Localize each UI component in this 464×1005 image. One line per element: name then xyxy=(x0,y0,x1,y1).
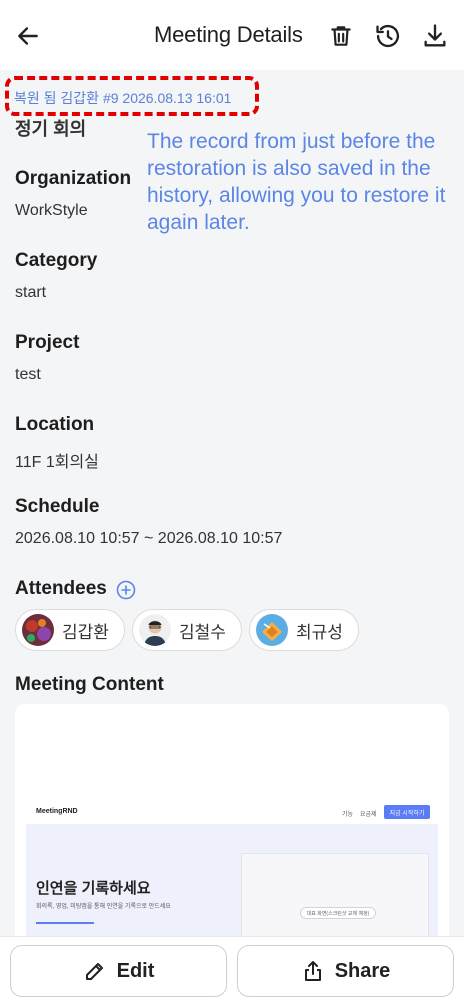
preview-headline: 인연을 기록하세요 xyxy=(36,880,151,897)
attendee-name: 김철수 xyxy=(179,622,226,642)
schedule-value: 2026.08.10 10:57 ~ 2026.08.10 10:57 xyxy=(15,530,283,547)
share-button[interactable]: Share xyxy=(237,945,454,997)
preview-menu-item: 기능 xyxy=(342,812,354,818)
restore-status: 복원 됨 김갑환 #9 2026.08.13 16:01 xyxy=(14,90,232,106)
category-label: Category xyxy=(15,250,98,271)
bottom-action-bar: Edit Share xyxy=(0,936,464,1005)
avatar xyxy=(22,614,54,646)
meeting-title: 정기 회의 xyxy=(15,119,87,139)
trash-icon xyxy=(331,26,351,46)
attendee-chip[interactable]: 김철수 xyxy=(132,609,242,651)
share-button-label: Share xyxy=(334,959,391,982)
meeting-content-card[interactable]: MeetingRND 기능 요금제 지금 시작하기 인연을 기록하세요 회의록,… xyxy=(15,704,449,944)
location-label: Location xyxy=(15,414,95,435)
attendee-chip[interactable]: 김갑환 xyxy=(15,609,125,651)
meeting-content-label: Meeting Content xyxy=(15,674,164,695)
delete-button[interactable] xyxy=(325,20,357,52)
back-button[interactable] xyxy=(12,20,44,52)
attendees-label: Attendees xyxy=(15,578,107,599)
share-icon xyxy=(304,961,321,981)
preview-logo: MeetingRND xyxy=(36,808,78,815)
attendee-name: 김갑환 xyxy=(62,622,109,642)
download-button[interactable] xyxy=(419,20,451,52)
history-button[interactable] xyxy=(372,20,404,52)
pencil-icon xyxy=(85,963,103,980)
preview-button xyxy=(36,922,94,930)
preview-screenshot-panel: 대표 화면(스크린샷 교체 예정) xyxy=(241,853,429,944)
history-icon xyxy=(376,24,400,48)
arrow-left-icon xyxy=(18,27,38,45)
app-header: Meeting Details xyxy=(0,0,464,70)
preview-menu-item: 요금제 xyxy=(360,812,377,818)
annotation-callout: The record from just before the restorat… xyxy=(147,130,446,234)
category-value: start xyxy=(15,284,47,301)
preview-pill: 대표 화면(스크린샷 교체 예정) xyxy=(300,907,376,919)
plus-circle-icon xyxy=(116,580,136,600)
preview-navbar: MeetingRND 기능 요금제 지금 시작하기 xyxy=(26,802,438,824)
preview-subtext: 회의록, 영업, 미팅앱을 통해 인연을 기록으로 만드세요 xyxy=(36,904,171,910)
attendee-chip[interactable]: 최규성 xyxy=(249,609,359,651)
attendee-name: 최규성 xyxy=(296,622,343,642)
content-preview-image: MeetingRND 기능 요금제 지금 시작하기 인연을 기록하세요 회의록,… xyxy=(26,802,438,944)
schedule-label: Schedule xyxy=(15,496,100,517)
project-label: Project xyxy=(15,332,80,353)
location-value: 11F 1회의실 xyxy=(15,454,99,471)
add-attendee-button[interactable] xyxy=(116,580,136,600)
page-title: Meeting Details xyxy=(154,22,303,47)
download-icon xyxy=(424,24,446,47)
project-value: test xyxy=(15,366,41,383)
avatar xyxy=(256,614,288,646)
organization-label: Organization xyxy=(15,168,132,189)
avatar xyxy=(139,614,171,646)
organization-value: WorkStyle xyxy=(15,202,88,219)
preview-cta: 지금 시작하기 xyxy=(384,805,430,819)
edit-button-label: Edit xyxy=(116,959,155,982)
edit-button[interactable]: Edit xyxy=(10,945,227,997)
